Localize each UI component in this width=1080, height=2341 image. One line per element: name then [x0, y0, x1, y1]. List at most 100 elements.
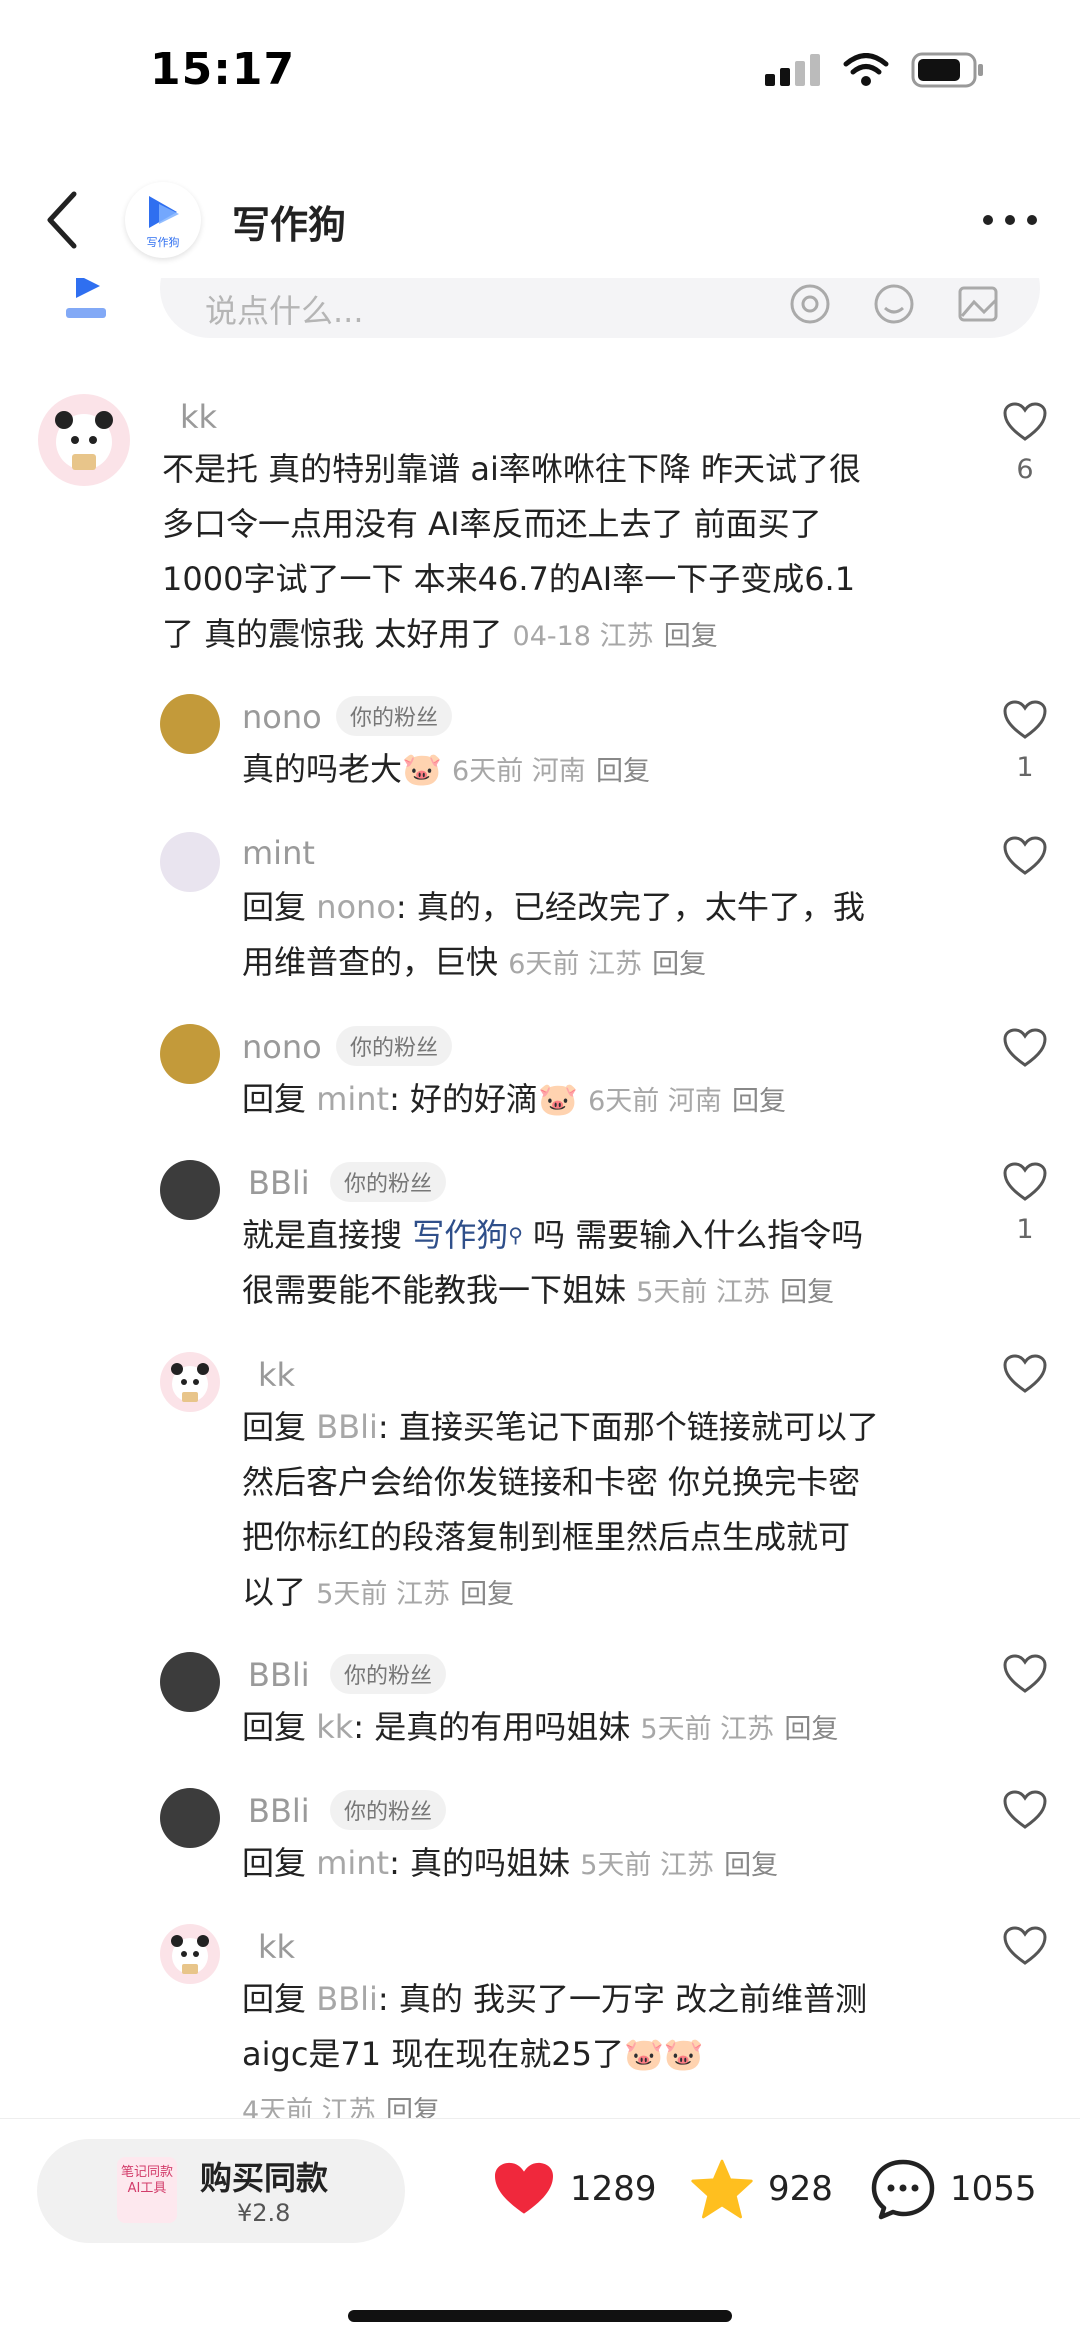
like-button[interactable]: 6: [1000, 402, 1050, 485]
comment-text-body: : 直接买笔记下面那个链接就可以了: [377, 1408, 879, 1446]
reply-button[interactable]: 回复: [780, 1277, 834, 1308]
comment-username[interactable]: BBli: [248, 1792, 310, 1830]
heart-outline-icon: [1003, 1790, 1047, 1829]
author-logo-icon: 写作狗: [147, 196, 180, 249]
comment-meta: 5天前 江苏: [640, 1714, 775, 1745]
reply-item: nono 你的粉丝 真的吗老大🐷 6天前 河南 回复 1: [0, 690, 1080, 810]
avatar[interactable]: [160, 1160, 220, 1220]
reply-item: mint 回复 nono: 真的，已经改完了，太牛了，我 用维普查的，巨快 6天…: [0, 828, 1080, 998]
comment-meta: 4天前 江苏: [242, 2096, 376, 2118]
status-bar: 15:17: [0, 0, 1080, 140]
avatar[interactable]: [160, 1788, 220, 1848]
comment-meta: 6天前 江苏: [508, 949, 642, 980]
sticker-emoji-icon: 🐷: [538, 1080, 578, 1118]
search-link[interactable]: 写作狗: [412, 1216, 508, 1254]
reply-button[interactable]: 回复: [724, 1850, 778, 1881]
author-avatar[interactable]: 写作狗: [125, 182, 201, 258]
reply-button[interactable]: 回复: [664, 621, 718, 652]
like-button[interactable]: [1000, 1790, 1050, 1830]
mention[interactable]: BBli: [316, 1408, 378, 1446]
mention[interactable]: BBli: [316, 1980, 378, 2018]
comment-username[interactable]: mint: [242, 834, 315, 872]
mention[interactable]: mint: [316, 1844, 389, 1882]
like-button[interactable]: 1: [1000, 700, 1050, 783]
avatar[interactable]: [160, 694, 220, 754]
comment-text-body: 就是直接搜: [242, 1216, 413, 1254]
panda-avatar-icon: [55, 411, 113, 470]
fan-badge: 你的粉丝: [336, 696, 453, 736]
reply-button[interactable]: 回复: [784, 1714, 838, 1745]
mention[interactable]: mint: [316, 1080, 389, 1118]
like-button[interactable]: [1000, 1354, 1050, 1394]
comment-username[interactable]: BBli: [248, 1164, 310, 1202]
comment-text: 回复 BBli: 真的 我买了一万字 改之前维普测 aigc是71 现在现在就2…: [242, 1972, 962, 2118]
reply-button[interactable]: 回复: [732, 1086, 786, 1117]
comment-username[interactable]: kk: [258, 1928, 295, 1966]
fan-badge: 你的粉丝: [330, 1654, 447, 1694]
panda-avatar-icon: [171, 1363, 209, 1402]
comment-text: 就是直接搜 写作狗⚲ 吗 需要输入什么指令吗 很需要能不能教我一下姐妹 5天前 …: [242, 1208, 962, 1320]
mention[interactable]: kk: [316, 1708, 353, 1746]
like-button[interactable]: [1000, 836, 1050, 876]
search-small-icon: ⚲: [508, 1223, 523, 1247]
comment-input[interactable]: 说点什么...: [160, 278, 1040, 338]
avatar[interactable]: [160, 1924, 220, 1984]
like-count: 1: [1016, 752, 1034, 783]
reply-button[interactable]: 回复: [596, 756, 650, 787]
comment-text-line: 把你标红的段落复制到框里然后点生成就可: [242, 1518, 851, 1556]
comment-username[interactable]: kk: [180, 398, 217, 436]
home-indicator[interactable]: [348, 2310, 732, 2322]
like-count: 1: [1016, 1214, 1034, 1245]
emoji-icon[interactable]: [872, 282, 916, 326]
comment-username[interactable]: nono: [242, 698, 322, 736]
fan-badge: 你的粉丝: [336, 1026, 453, 1066]
comment-username[interactable]: nono: [242, 1028, 322, 1066]
comment-text: 真的吗老大🐷 6天前 河南 回复: [242, 742, 942, 799]
avatar[interactable]: [38, 394, 130, 486]
reply-button[interactable]: 回复: [652, 949, 706, 980]
reply-button[interactable]: 回复: [386, 2096, 440, 2118]
comment-text-body: aigc是71 现在现在就25了: [242, 2035, 625, 2073]
image-icon[interactable]: [956, 282, 1000, 326]
comment-text: 回复 BBli: 直接买笔记下面那个链接就可以了 然后客户会给你发链接和卡密 你…: [242, 1400, 962, 1622]
like-button[interactable]: [1000, 1926, 1050, 1966]
comment-text-line: aigc是71 现在现在就25了🐷🐷: [242, 2027, 962, 2082]
reply-prefix: 回复: [242, 1408, 307, 1446]
like-button[interactable]: 1: [1000, 1162, 1050, 1245]
like-button[interactable]: [1000, 1028, 1050, 1068]
comment-text-line: 就是直接搜 写作狗⚲ 吗 需要输入什么指令吗: [242, 1208, 962, 1263]
comment-text-line: 很需要能不能教我一下姐妹 5天前 江苏 回复: [242, 1263, 962, 1320]
mention[interactable]: nono: [316, 888, 396, 926]
fan-badge: 你的粉丝: [330, 1790, 447, 1830]
battery-icon: [911, 52, 983, 88]
reply-item: kk 回复 BBli: 直接买笔记下面那个链接就可以了 然后客户会给你发链接和卡…: [0, 1348, 1080, 1628]
comment-text-line: 回复 BBli: 直接买笔记下面那个链接就可以了: [242, 1400, 962, 1455]
comment-username[interactable]: BBli: [248, 1656, 310, 1694]
more-options-icon[interactable]: [980, 198, 1040, 242]
input-icons: [788, 282, 1000, 326]
back-arrow-icon[interactable]: [40, 188, 84, 252]
comment-username[interactable]: kk: [258, 1356, 295, 1394]
avatar[interactable]: [160, 1024, 220, 1084]
heart-outline-icon: [1003, 402, 1047, 441]
buy-same-button[interactable]: 笔记同款 AI工具 购买同款 ¥2.8: [37, 2139, 405, 2243]
sticker-emoji-icon: 🐷🐷: [624, 2035, 704, 2073]
comment-text: 回复 kk: 是真的有用吗姐妹 5天前 江苏 回复: [242, 1700, 962, 1757]
comment-text-body: 以了: [242, 1573, 307, 1611]
avatar[interactable]: [160, 832, 220, 892]
like-button[interactable]: [1000, 1654, 1050, 1694]
avatar[interactable]: [160, 1652, 220, 1712]
avatar[interactable]: [160, 1352, 220, 1412]
heart-outline-icon: [1003, 1162, 1047, 1201]
reply-button[interactable]: 回复: [460, 1579, 514, 1610]
like-stat[interactable]: 1289: [492, 2149, 657, 2229]
collect-stat[interactable]: 928: [690, 2149, 833, 2229]
reply-prefix: 回复: [242, 1708, 307, 1746]
comment-text: 回复 mint: 好的好滴🐷 6天前 河南 回复: [242, 1072, 942, 1129]
comment-text-line: 然后客户会给你发链接和卡密 你兑换完卡密: [242, 1463, 861, 1501]
comment-text-line: 回复 mint: 好的好滴🐷 6天前 河南 回复: [242, 1072, 942, 1129]
comment-stat[interactable]: 1055: [870, 2149, 1037, 2229]
mention-icon[interactable]: [788, 282, 832, 326]
comment-text-line: 4天前 江苏 回复: [242, 2082, 962, 2118]
author-name[interactable]: 写作狗: [232, 194, 346, 249]
